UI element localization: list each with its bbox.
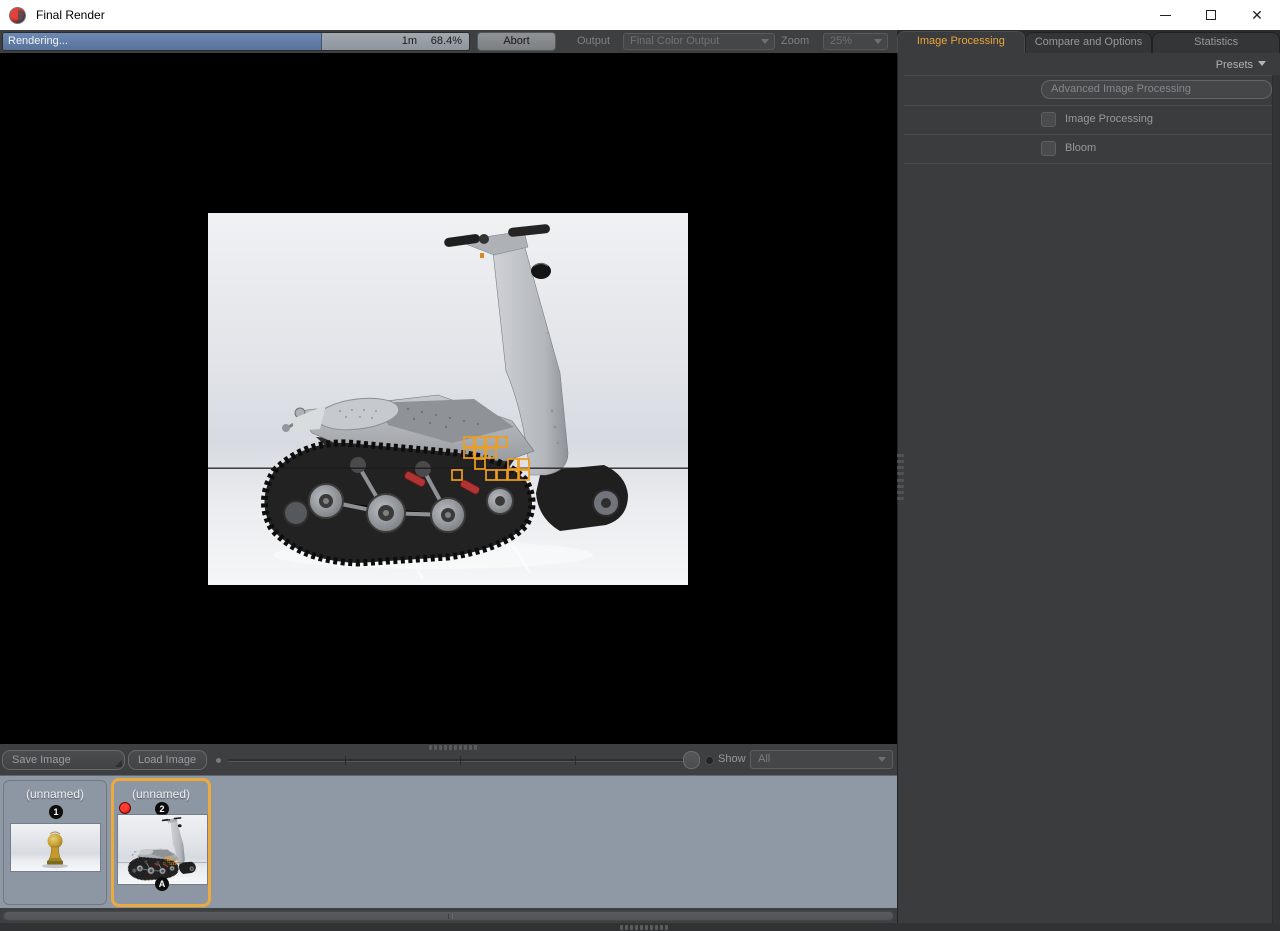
- panel-scrollbar[interactable]: [1272, 75, 1280, 928]
- render-slot-2-thumbnail: [118, 815, 207, 884]
- maximize-button[interactable]: [1188, 0, 1234, 30]
- vehicle-thumbnail-art: [118, 815, 207, 884]
- output-value: Final Color Output: [630, 35, 719, 47]
- render-image: [208, 213, 688, 585]
- render-viewport[interactable]: [0, 53, 897, 744]
- panel-divider: [904, 75, 1278, 76]
- progress-elapsed-time: 1m: [402, 33, 417, 50]
- chevron-down-icon: [761, 39, 769, 44]
- render-slot-1[interactable]: (unnamed) 1: [3, 780, 107, 905]
- minimize-button[interactable]: [1142, 0, 1188, 30]
- close-icon: ✕: [1251, 8, 1263, 22]
- advanced-image-processing-button[interactable]: Advanced Image Processing: [1041, 80, 1272, 99]
- render-slot-2-name: (unnamed): [114, 787, 208, 801]
- recording-status-icon: [119, 802, 131, 814]
- show-filter-dropdown[interactable]: All: [750, 750, 893, 769]
- image-processing-row: Image Processing: [1041, 111, 1153, 127]
- frame-slider-track[interactable]: [228, 759, 700, 762]
- abort-button[interactable]: Abort: [477, 32, 556, 51]
- slot-number-badge: 2: [155, 802, 169, 816]
- slider-min-dot: [216, 758, 221, 763]
- image-processing-checkbox[interactable]: [1041, 112, 1056, 127]
- render-progress-bar: Rendering... 1m 68.4%: [2, 32, 470, 51]
- active-marker-badge: A: [155, 877, 169, 891]
- scrollbar-grip-icon: [448, 914, 453, 919]
- chevron-down-icon: [874, 39, 882, 44]
- bloom-checkbox-label: Bloom: [1065, 142, 1096, 154]
- output-dropdown[interactable]: Final Color Output: [623, 33, 775, 50]
- thumbnail-scrollbar[interactable]: [3, 911, 894, 921]
- title-bar: Final Render ✕: [0, 0, 1280, 30]
- render-toolbar: Rendering... 1m 68.4% Abort Output Final…: [0, 30, 897, 53]
- bloom-row: Bloom: [1041, 140, 1096, 156]
- show-filter-value: All: [758, 753, 770, 765]
- slider-max-dot: [705, 756, 714, 765]
- panel-divider: [904, 134, 1278, 135]
- window-controls: ✕: [1142, 0, 1280, 30]
- slider-tick: [460, 756, 461, 765]
- progress-percent: 68.4%: [431, 33, 462, 50]
- minimize-icon: [1160, 15, 1171, 16]
- chevron-down-icon: [1258, 61, 1266, 66]
- render-history-strip: (unnamed) 1 (unnamed) 2 A: [0, 775, 897, 908]
- presets-dropdown[interactable]: Presets: [1216, 59, 1266, 71]
- panel-tabstrip: Image Processing Compare and Options Sta…: [897, 30, 1280, 53]
- save-image-button[interactable]: Save Image: [2, 750, 125, 770]
- window-title: Final Render: [36, 8, 105, 22]
- dropdown-corner-icon: [115, 760, 122, 767]
- chevron-down-icon: [878, 757, 886, 762]
- frame-slider-handle[interactable]: [683, 751, 700, 769]
- image-processing-panel: Presets Advanced Image Processing Image …: [897, 53, 1280, 931]
- app-logo-icon: [9, 7, 26, 24]
- slider-tick: [345, 756, 346, 765]
- show-label: Show: [718, 744, 746, 775]
- presets-label: Presets: [1216, 59, 1253, 71]
- zoom-dropdown[interactable]: 25%: [823, 33, 888, 50]
- load-image-button[interactable]: Load Image: [128, 750, 207, 770]
- zoom-value: 25%: [830, 35, 852, 47]
- maximize-icon: [1206, 10, 1216, 20]
- panel-divider: [904, 163, 1278, 164]
- slider-tick: [575, 756, 576, 765]
- slot-number-badge: 1: [49, 805, 63, 819]
- horizontal-splitter-handle[interactable]: [429, 745, 477, 750]
- zoom-label: Zoom: [781, 30, 809, 53]
- thumbnail-scroll-row: [0, 908, 897, 923]
- tab-image-processing[interactable]: Image Processing: [897, 31, 1025, 53]
- close-button[interactable]: ✕: [1234, 0, 1280, 30]
- tab-statistics[interactable]: Statistics: [1152, 32, 1280, 53]
- panel-splitter-handle[interactable]: [897, 454, 905, 500]
- bottom-splitter-handle[interactable]: [620, 925, 668, 930]
- render-slot-1-thumbnail: [11, 824, 100, 871]
- tab-compare-and-options[interactable]: Compare and Options: [1025, 32, 1153, 53]
- render-slot-2[interactable]: (unnamed) 2 A: [111, 778, 211, 907]
- window-bottom-strip: [0, 923, 1280, 931]
- bloom-checkbox[interactable]: [1041, 141, 1056, 156]
- render-image-art: [208, 213, 688, 585]
- output-label: Output: [577, 30, 610, 53]
- progress-status-text: Rendering...: [8, 33, 68, 50]
- render-slot-1-name: (unnamed): [4, 787, 106, 801]
- load-image-label: Load Image: [138, 754, 196, 766]
- image-processing-checkbox-label: Image Processing: [1065, 113, 1153, 125]
- save-image-label: Save Image: [12, 754, 71, 766]
- panel-divider: [904, 105, 1278, 106]
- trophy-thumbnail-art: [11, 824, 100, 871]
